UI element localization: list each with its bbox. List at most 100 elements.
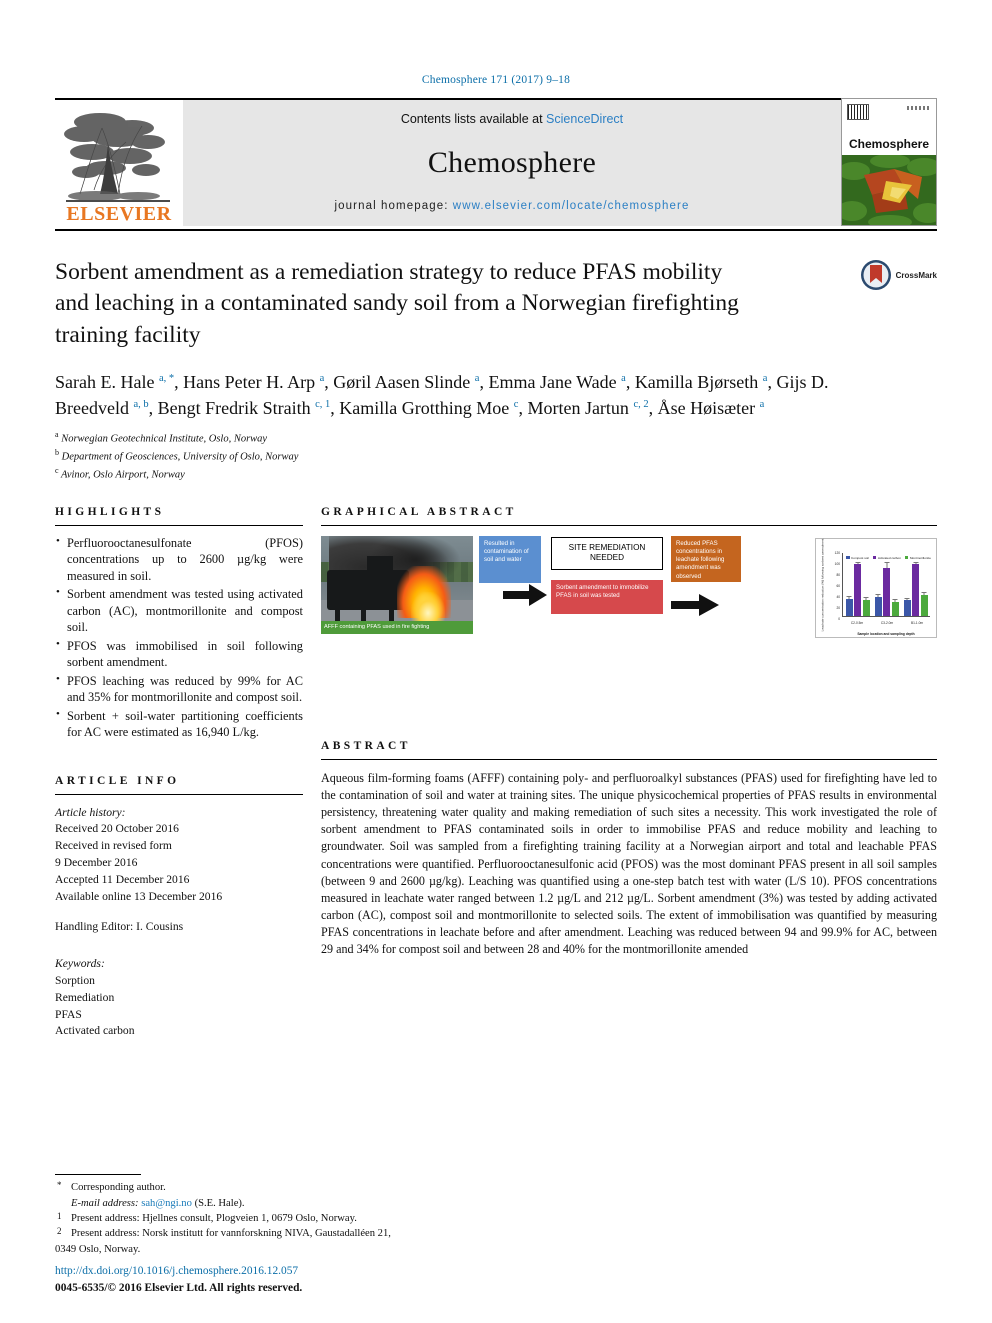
arrow-right-icon [503,583,547,606]
email-link[interactable]: sah@ngi.no [141,1198,192,1209]
history-line: 9 December 2016 [55,856,138,870]
doi-link[interactable]: http://dx.doi.org/10.1016/j.chemosphere.… [55,1265,298,1277]
graphical-abstract-figure: AFFF containing PFAS used in fire fighti… [321,535,937,654]
affiliation-item: b Department of Geosciences, University … [55,448,299,463]
crossmark-label: CrossMark [895,270,937,280]
highlight-item: PFOS was immobilised in soil following s… [55,637,303,671]
keywords-label: Keywords: [55,957,105,971]
cover-barcode-icon [847,104,869,120]
chart-bar [920,592,928,616]
chart-x-axis-label: Sample location and sampling depth [857,631,915,636]
homepage-prefix: journal homepage: [334,200,449,212]
chart-y-tick: 60 [836,583,840,588]
keywords-block: Keywords: Sorption Remediation PFAS Activat… [55,956,303,1040]
photo-caption: AFFF containing PFAS used in fire fighti… [321,620,473,634]
contents-prefix: Contents lists available at [400,112,543,126]
photo-flame-core [411,591,445,622]
cover-journal-title: Chemosphere [848,137,930,151]
article-history-label: Article history: [55,805,126,819]
arrow-right-icon [671,593,719,616]
elsevier-tree-icon [60,108,178,204]
cover-artwork [842,155,936,225]
paper-page: Chemosphere 171 (2017) 9–18 ELSEVIER Con… [0,0,992,1323]
crossmark-badge[interactable]: CrossMark [860,259,937,291]
author-list: Sarah E. Hale a, *, Hans Peter H. Arp a,… [55,371,829,418]
footnote-rule [55,1174,141,1176]
journal-cover-thumbnail: Chemosphere [841,98,937,226]
ga-orange-box: Reduced PFAS concentrations in leachate … [671,535,741,582]
chart-legend-item: Montmorillonite [904,555,931,560]
ga-blue-box: Resulted in contamination of soil and wa… [479,535,541,583]
chart-y-tick: 0 [838,616,840,621]
journal-homepage-line: journal homepage: www.elsevier.com/locat… [335,200,690,212]
affiliation-item: a Norwegian Geotechnical Institute, Oslo… [55,429,268,445]
affiliation-item: c Avinor, Oslo Airport, Norway [55,466,185,481]
sciencedirect-link[interactable]: ScienceDirect [546,112,623,126]
highlight-item: Sorbent amendment was tested using activ… [55,585,303,636]
email-suffix: (S.E. Hale). [194,1197,245,1209]
article-history-lines: Received 20 October 2016 Received in revi… [55,821,303,905]
highlights-list: Perfluorooctanesulfonate (PFOS) concentr… [55,534,303,741]
chart-bar [845,595,853,616]
right-column: GRAPHICAL ABSTRACT AFFF containing PFAS … [321,506,937,1041]
page-title: Sorbent amendment as a remediation strat… [55,259,739,348]
footnotes-block: * Corresponding author. E-mail address: … [55,1174,475,1257]
history-line: Received in revised form [55,839,172,853]
article-info-heading: ARTICLE INFO [55,774,180,787]
doi-block: http://dx.doi.org/10.1016/j.chemosphere.… [55,1263,302,1297]
crossmark-icon [860,260,891,290]
copyright-line: 0045-6535/© 2016 Elsevier Ltd. All right… [55,1281,303,1294]
article-info-rule [55,793,303,795]
title-block: Sorbent amendment as a remediation strat… [55,257,937,351]
chart-legend: Compost soil Activated carbon Montmorillon… [846,556,931,560]
chart-bar-group [874,553,899,616]
elsevier-logo: ELSEVIER [55,100,183,226]
ga-red-box: Sorbent amendment to immobilize PFAS in … [551,579,663,614]
abstract-heading: ABSTRACT [321,739,411,752]
footnote-marker-1: 1 [57,1210,62,1221]
homepage-link[interactable]: www.elsevier.com/locate/chemosphere [453,200,690,212]
ga-white-box: SITE REMEDIATION NEEDED [551,536,663,570]
legend-swatch [846,555,850,560]
chart-y-tick: 40 [836,594,840,599]
email-note: E-mail address: sah@ngi.no (S.E. Hale). [55,1196,475,1211]
chart-y-tick: 80 [836,572,840,577]
legend-label: Montmorillonite [909,555,931,560]
contents-available-line: Contents lists available at ScienceDirec… [401,112,623,126]
chart-bar [862,596,870,616]
chart-legend-item: Compost soil [846,556,869,560]
highlights-rule [55,524,303,526]
chart-bar [883,562,890,616]
abstract-text: Aqueous film-forming foams (AFFF) contai… [321,770,937,957]
chart-x-tick: C3-2.0m [880,620,894,625]
left-column: HIGHLIGHTS Perfluorooctanesulfonate (PFO… [55,506,303,1041]
chart-bar [891,599,899,616]
highlight-item: Perfluorooctanesulfonate (PFOS) concentr… [55,534,303,585]
chart-y-tick: 100 [834,561,840,566]
ga-right-group: Reduced PFAS concentrations in leachate … [671,535,745,636]
article-history: Article history: Received 20 October 201… [55,805,303,937]
chart-y-tick: 120 [834,550,840,555]
chart-bar-groups [843,553,930,616]
chart-bar-group [845,553,870,616]
affiliation-list: a Norwegian Geotechnical Institute, Oslo… [55,429,937,484]
chart-plot-area [842,552,930,617]
chart-bar [874,594,882,616]
keyword-item: Activated carbon [55,1024,135,1038]
chart-bar [854,561,861,616]
fire-training-photo: AFFF containing PFAS used in fire fighti… [321,535,473,634]
legend-swatch [904,555,909,560]
chart-x-tick: C2-0.5m [850,620,864,625]
journal-masthead: ELSEVIER Contents lists available at Sci… [55,98,937,226]
contents-box: Contents lists available at ScienceDirec… [183,100,841,226]
legend-label: Activated carbon [877,555,901,560]
history-line: Received 20 October 2016 [55,822,179,836]
history-line: Available online 13 December 2016 [55,889,223,903]
photo-tank-neck [367,555,393,576]
present-address-note-2: 2 Present address: Norsk institutt for v… [57,1226,391,1240]
highlights-heading: HIGHLIGHTS [55,505,165,518]
graphical-abstract-rule [321,524,937,526]
ga-middle-group: Resulted in contamination of soil and wa… [479,535,669,636]
legend-label: Compost soil [851,555,869,560]
highlight-item: PFOS leaching was reduced by 99% for AC … [55,672,303,706]
